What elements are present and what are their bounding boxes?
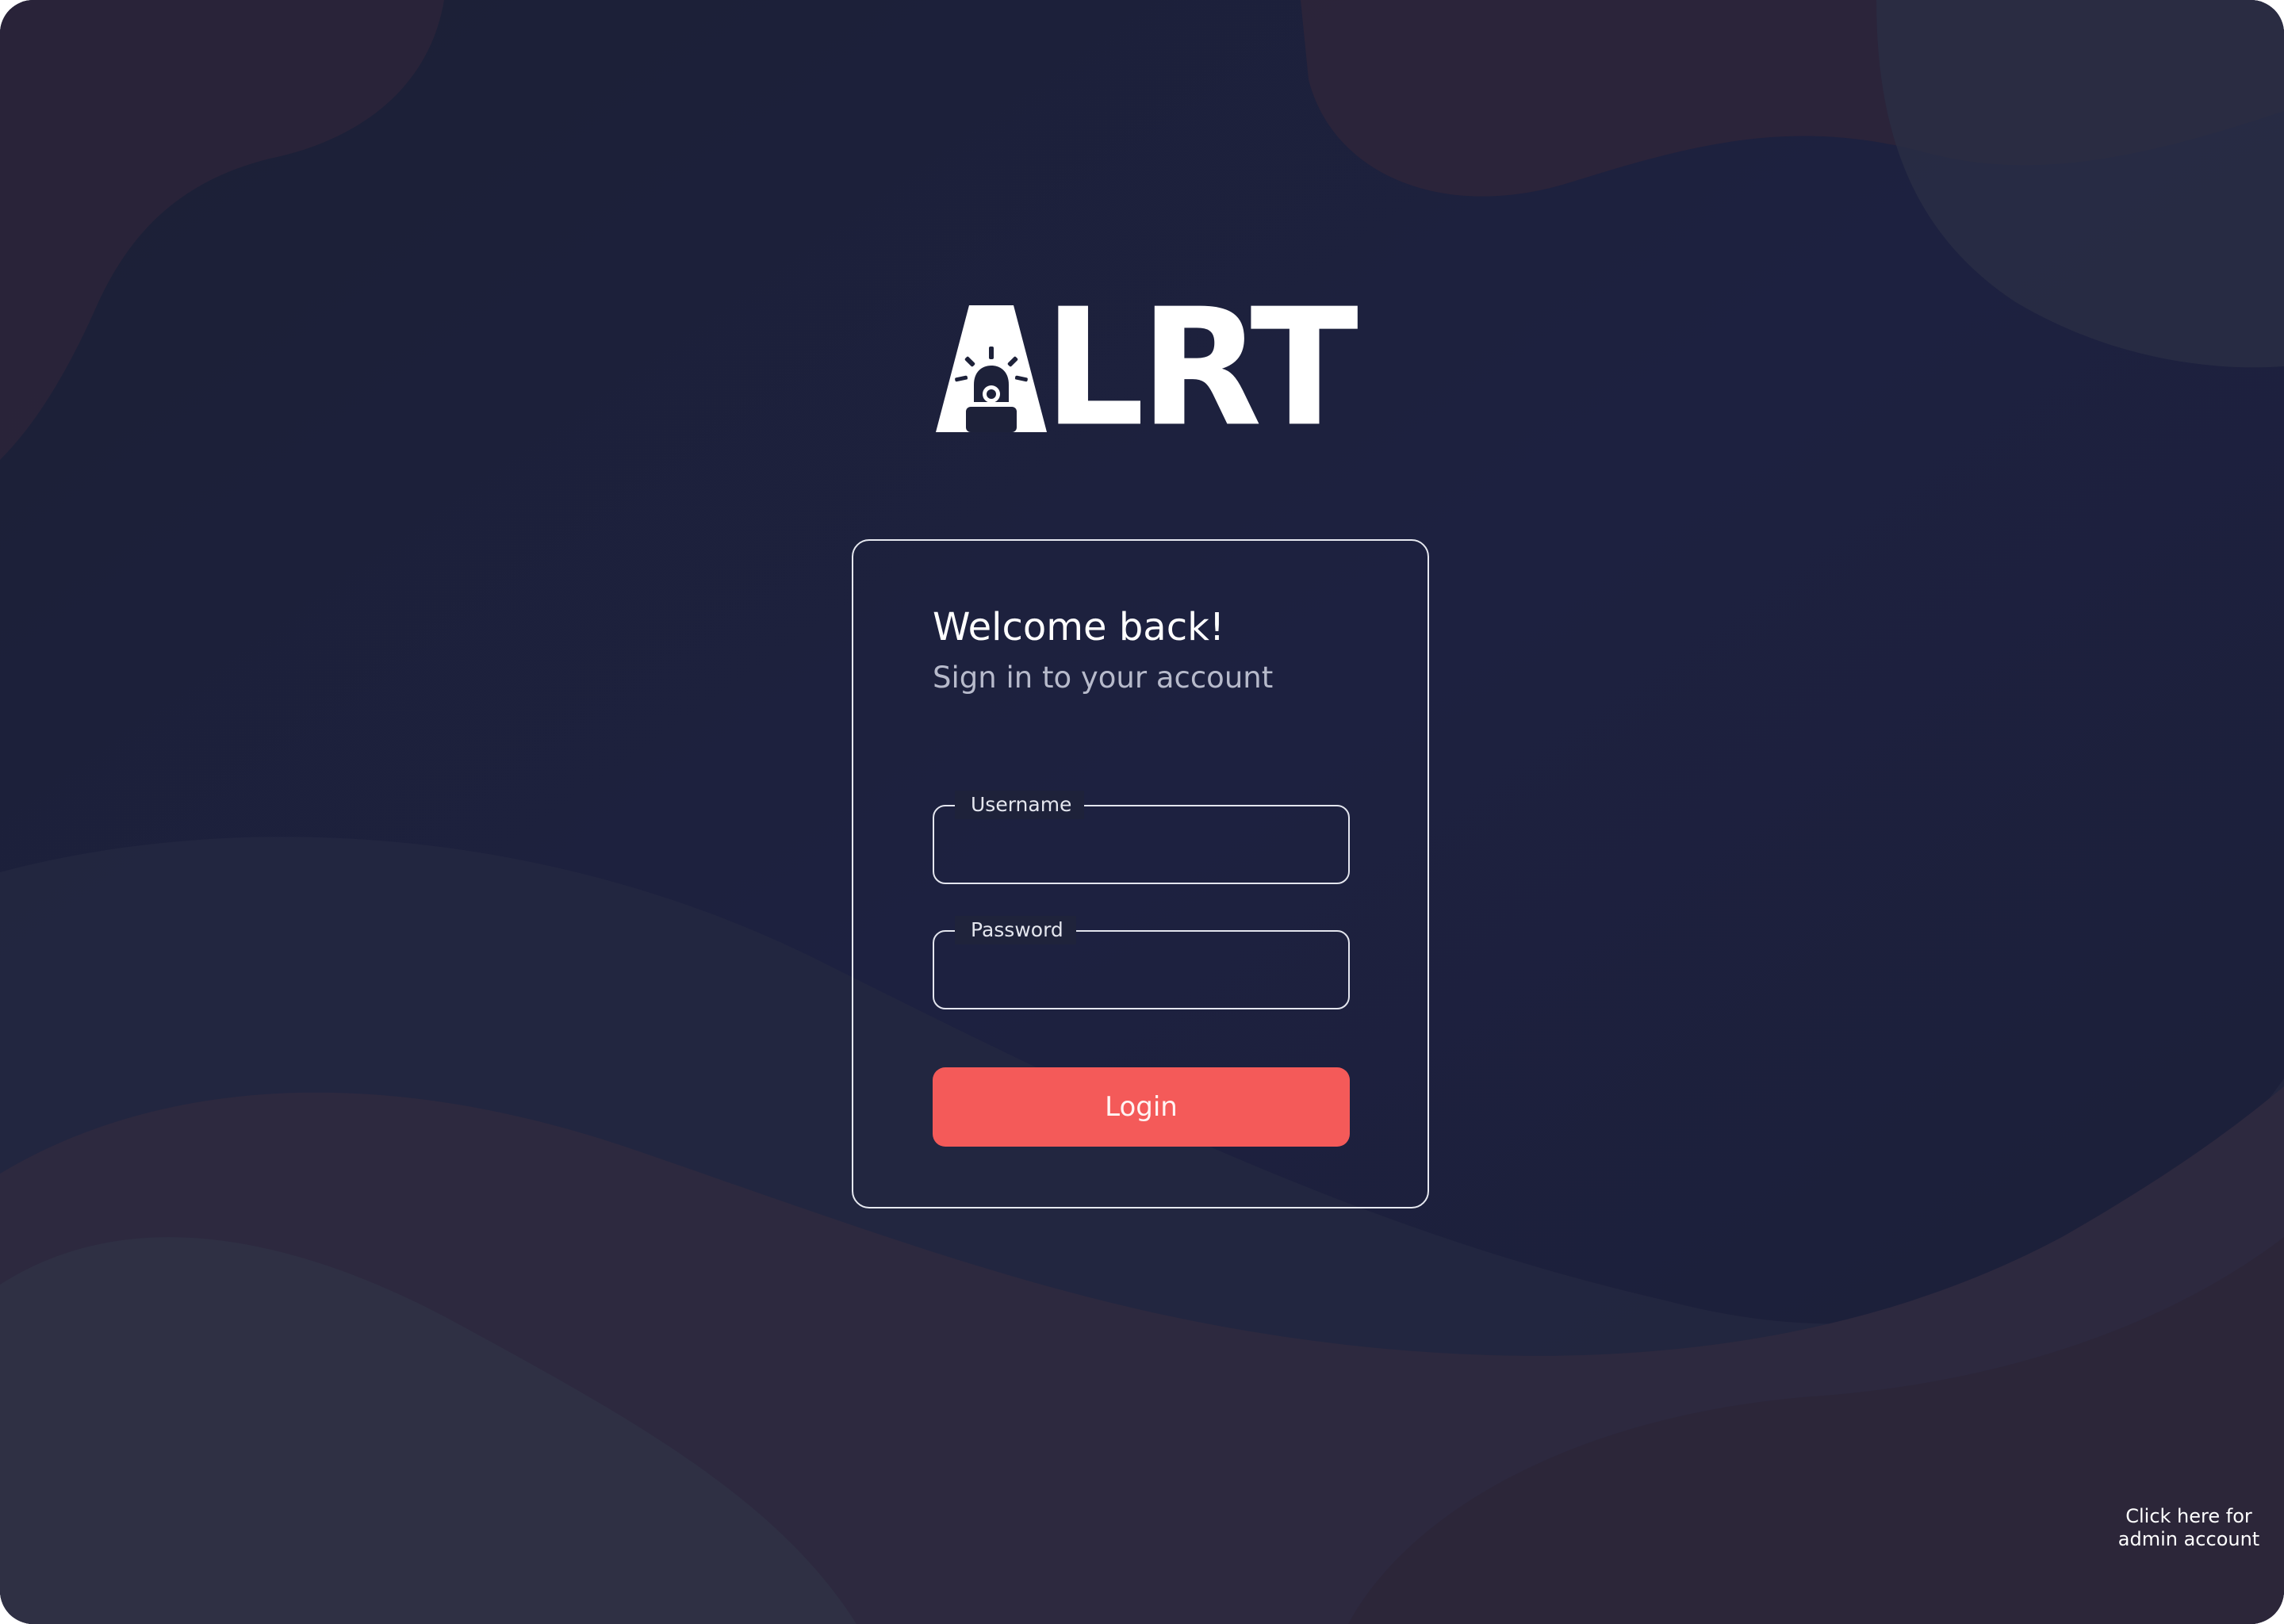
login-button[interactable]: Login [933, 1067, 1350, 1147]
logo-text: LRT [1044, 274, 1359, 463]
alrt-logo: LRT [936, 274, 1359, 463]
admin-link-line1: Click here for [2125, 1505, 2252, 1527]
admin-link-line2: admin account [2117, 1528, 2260, 1550]
password-field[interactable]: Password [933, 916, 1350, 1009]
password-input[interactable] [952, 948, 1334, 994]
username-label: Username [955, 791, 1085, 819]
login-screen: LRT Welcome back! Sign in to your accoun… [0, 0, 2284, 1624]
welcome-heading: Welcome back! [933, 605, 1225, 649]
password-label: Password [955, 916, 1076, 944]
signin-subheading: Sign in to your account [933, 661, 1274, 695]
username-field[interactable]: Username [933, 791, 1350, 884]
username-input[interactable] [952, 822, 1334, 868]
admin-account-link[interactable]: Click here for admin account [2094, 1505, 2284, 1551]
siren-icon [936, 305, 1047, 432]
